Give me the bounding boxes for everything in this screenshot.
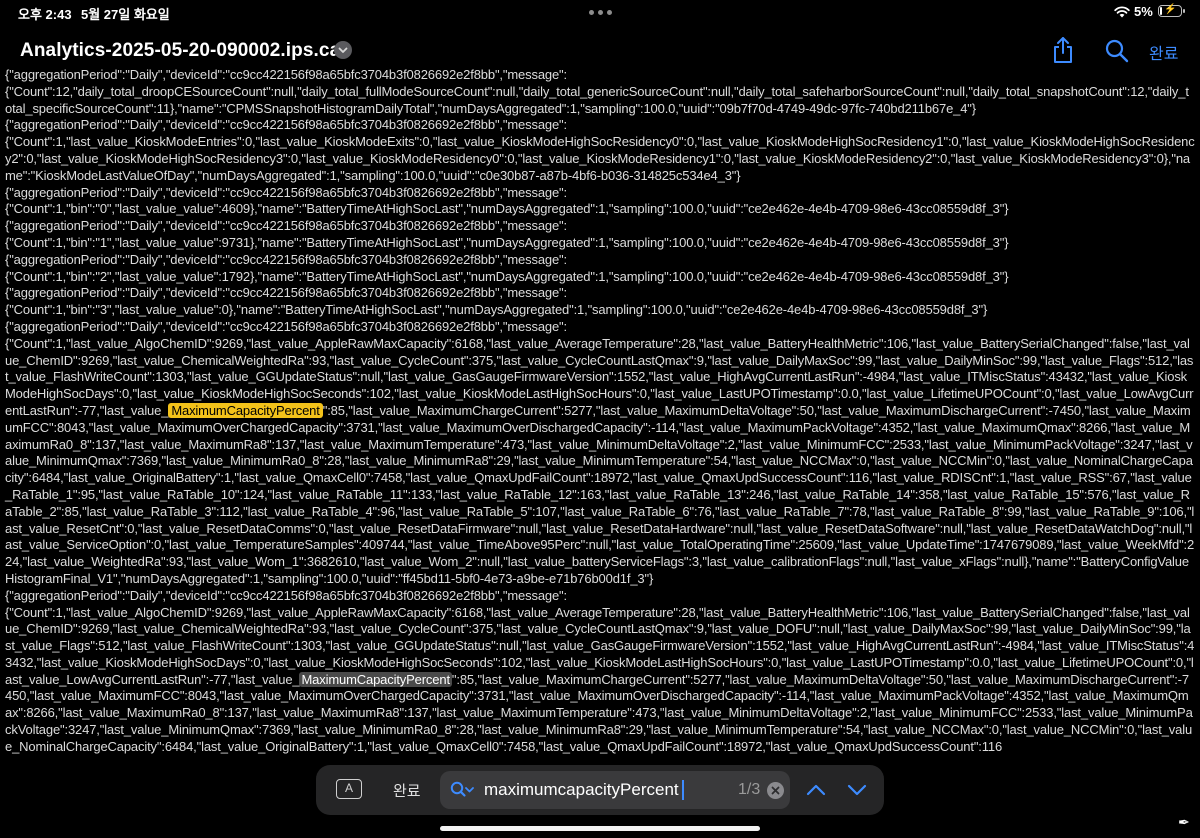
text-caret [682,780,684,800]
done-button[interactable]: 완료 [1149,40,1178,64]
status-time: 오후 2:43 [18,7,72,22]
status-bar: 오후 2:43 5월 27일 화요일 5% ⚡ [0,0,1200,26]
status-date: 5월 27일 화요일 [81,7,170,22]
multitasking-dots-icon[interactable] [589,10,613,16]
clear-icon[interactable] [767,782,784,799]
find-bar: A 완료 1/3 [316,765,884,815]
share-icon[interactable] [1050,36,1076,64]
find-done-button[interactable]: 완료 [393,780,421,801]
previous-match-icon[interactable] [805,779,827,801]
log-text-before-current-match: {"aggregationPeriod":"Daily","deviceId":… [5,67,1195,418]
next-match-icon[interactable] [846,779,868,801]
log-text: {"aggregationPeriod":"Daily","deviceId":… [5,67,1195,756]
wifi-icon [1114,6,1130,18]
text-options-button[interactable]: A [336,779,362,799]
search-options-icon[interactable] [450,781,474,799]
battery-level-fill [1160,7,1162,15]
home-indicator[interactable] [440,826,760,831]
log-text-between-matches: ":85,"last_value_MaximumChargeCurrent":5… [5,402,1195,687]
chevron-down-icon[interactable] [334,41,352,59]
document-title[interactable]: Analytics-2025-05-20-090002.ips.ca [20,40,340,62]
pencil-icon[interactable]: ✒ [1178,814,1190,831]
battery-percent: 5% [1134,4,1153,19]
find-field: 1/3 [440,771,790,809]
find-input[interactable] [484,779,684,801]
current-search-match: MaximumCapacityPercent [168,402,323,418]
battery-icon: ⚡ [1158,4,1185,17]
match-counter: 1/3 [738,781,761,798]
log-viewer[interactable]: {"aggregationPeriod":"Daily","deviceId":… [0,64,1200,838]
search-icon[interactable] [1104,38,1130,64]
search-match: MaximumCapacityPercent [299,671,452,687]
charging-bolt-icon: ⚡ [1164,4,1177,15]
